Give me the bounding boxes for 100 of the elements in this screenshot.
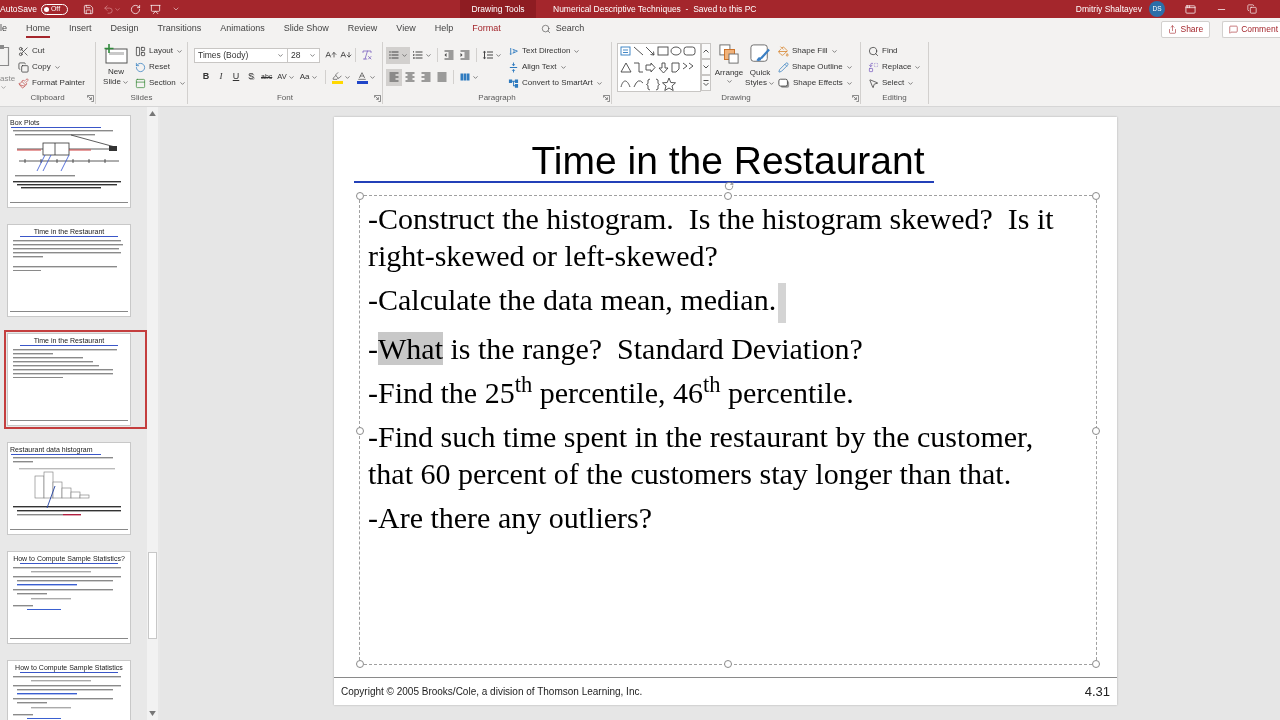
resize-handle[interactable] [724, 192, 732, 200]
panel-icon [135, 77, 146, 89]
smartart-button[interactable]: Convert to SmartArt [508, 75, 603, 91]
bullets-button[interactable] [386, 46, 410, 64]
document-title: Numerical Descriptive Techniques - Saved to this PC [553, 2, 757, 16]
projector-screen-icon[interactable] [149, 3, 161, 15]
dialog-launcher-icon[interactable] [602, 94, 610, 102]
new-slide-icon [104, 44, 128, 64]
user-name: Dmitriy Shaltayev [1075, 2, 1142, 16]
line-spacing-icon [482, 49, 494, 61]
scrollbar[interactable] [147, 107, 158, 720]
resize-handle[interactable] [1092, 192, 1100, 200]
remove-formatting-icon[interactable] [361, 49, 373, 61]
context-tab-group: Drawing Tools [471, 2, 525, 16]
text-direction-button[interactable]: Text Direction [508, 43, 603, 59]
shape-outline-button[interactable]: Shape Outline [778, 59, 853, 75]
ribbon-tab[interactable]: Format [472, 20, 501, 38]
bold-button[interactable]: B [200, 69, 212, 85]
quick-styles-button[interactable]: Quick Styles [745, 42, 775, 92]
bullet-text: -Calculate the data mean, median. [368, 281, 1080, 324]
ribbon-tab[interactable]: Slide Show [283, 20, 329, 38]
window-icon[interactable] [1185, 3, 1196, 15]
reset-button[interactable]: Reset [135, 59, 186, 75]
align-left-button[interactable] [386, 68, 402, 86]
resize-handle[interactable] [356, 427, 364, 435]
replace-button[interactable]: Replace [868, 59, 922, 75]
dialog-launcher-icon[interactable] [851, 94, 859, 102]
comments-button[interactable]: Comment [1222, 20, 1280, 38]
font-size-dropdown[interactable]: 28 [288, 47, 320, 63]
restore-icon[interactable] [1247, 4, 1257, 14]
text-shadow-button[interactable]: S [245, 69, 257, 85]
shapes-gallery[interactable] [617, 43, 701, 92]
a-arrow-down-icon[interactable] [340, 49, 352, 61]
ribbon-tab[interactable]: View [396, 20, 416, 38]
gallery-up-icon[interactable] [701, 43, 711, 59]
quick-styles-icon [750, 44, 770, 64]
gallery-more-icon[interactable] [701, 75, 711, 91]
ribbon-tab[interactable]: Insert [69, 20, 92, 38]
change-case-button[interactable]: Aa [298, 69, 319, 85]
format-painter-button[interactable]: Format Painter [18, 75, 85, 91]
a-arrow-up-icon[interactable] [325, 49, 337, 61]
resize-handle[interactable] [724, 660, 732, 668]
ribbon-tab[interactable]: Transitions [157, 20, 202, 38]
paintbrush-icon [18, 77, 29, 89]
resize-handle[interactable] [1092, 427, 1100, 435]
cut-button[interactable]: Cut [18, 43, 85, 59]
comment-icon [1229, 24, 1239, 34]
caret-icon [368, 73, 376, 81]
italic-button[interactable]: I [215, 69, 227, 85]
layout-panels-icon [135, 45, 146, 57]
scroll-down-icon[interactable] [149, 711, 156, 716]
pointer-icon [868, 77, 879, 89]
ribbon-tab[interactable]: Review [347, 20, 378, 38]
rotate-handle-icon[interactable] [724, 181, 734, 191]
resize-handle[interactable] [356, 192, 364, 200]
font-color-button[interactable] [356, 69, 376, 85]
resize-handle[interactable] [1092, 660, 1100, 668]
resize-handle[interactable] [356, 660, 364, 668]
decrease-indent-icon [443, 49, 455, 61]
highlight-color-button[interactable] [331, 69, 351, 85]
bullet-list-icon [388, 49, 400, 61]
scroll-up-icon[interactable] [149, 111, 156, 116]
new-slide-button[interactable]: New Slide [100, 42, 132, 92]
ribbon-tab[interactable]: Design [110, 20, 139, 38]
clipboard-icon [0, 44, 10, 66]
gallery-down-icon[interactable] [701, 59, 711, 75]
find-button[interactable]: Find [868, 43, 922, 59]
copy-button[interactable]: Copy [18, 59, 85, 75]
ribbon-tab[interactable]: Help [434, 20, 454, 38]
dialog-launcher-icon[interactable] [86, 94, 94, 102]
shape-fill-button[interactable]: Shape Fill [778, 43, 853, 59]
select-button[interactable]: Select [868, 75, 922, 91]
section-button[interactable]: Section [135, 75, 186, 91]
caret-icon [121, 78, 129, 86]
save-icon[interactable] [82, 3, 94, 15]
dialog-launcher-icon[interactable] [373, 94, 381, 102]
share-button[interactable]: Share [1161, 20, 1211, 38]
arrange-button[interactable]: Arrange [713, 42, 745, 92]
copyright-footer: Copyright © 2005 Brooks/Cole, a division of Thomson Learning, Inc. [341, 684, 643, 699]
bullet-text: -Construct the histogram. Is the histogram skewed? Is it right-skewed or left-skewed? [368, 201, 1055, 274]
align-right-icon [420, 71, 432, 83]
group-label: Editing [882, 93, 907, 103]
search-field[interactable]: Search [555, 22, 616, 36]
scrollbar-thumb[interactable] [148, 552, 157, 639]
scissors-icon [18, 45, 29, 57]
redo-icon[interactable] [129, 3, 141, 15]
align-text-button[interactable]: Align Text [508, 59, 603, 75]
font-name-dropdown[interactable]: Times (Body) [194, 47, 288, 63]
search-icon [868, 45, 879, 57]
ribbon-tab[interactable]: Home [26, 20, 51, 38]
text-direction-icon [508, 45, 519, 57]
replace-icon [868, 61, 879, 73]
layout-button[interactable]: Layout [135, 43, 186, 59]
caret-icon[interactable] [171, 5, 180, 13]
shape-effects-button[interactable]: Shape Effects [778, 75, 853, 91]
align-left-icon [388, 71, 400, 83]
pencil-icon [778, 61, 789, 73]
ribbon-tab[interactable]: Animations [220, 20, 265, 38]
ribbon-tab[interactable]: le [0, 20, 7, 38]
underline-button[interactable]: U [230, 69, 242, 85]
